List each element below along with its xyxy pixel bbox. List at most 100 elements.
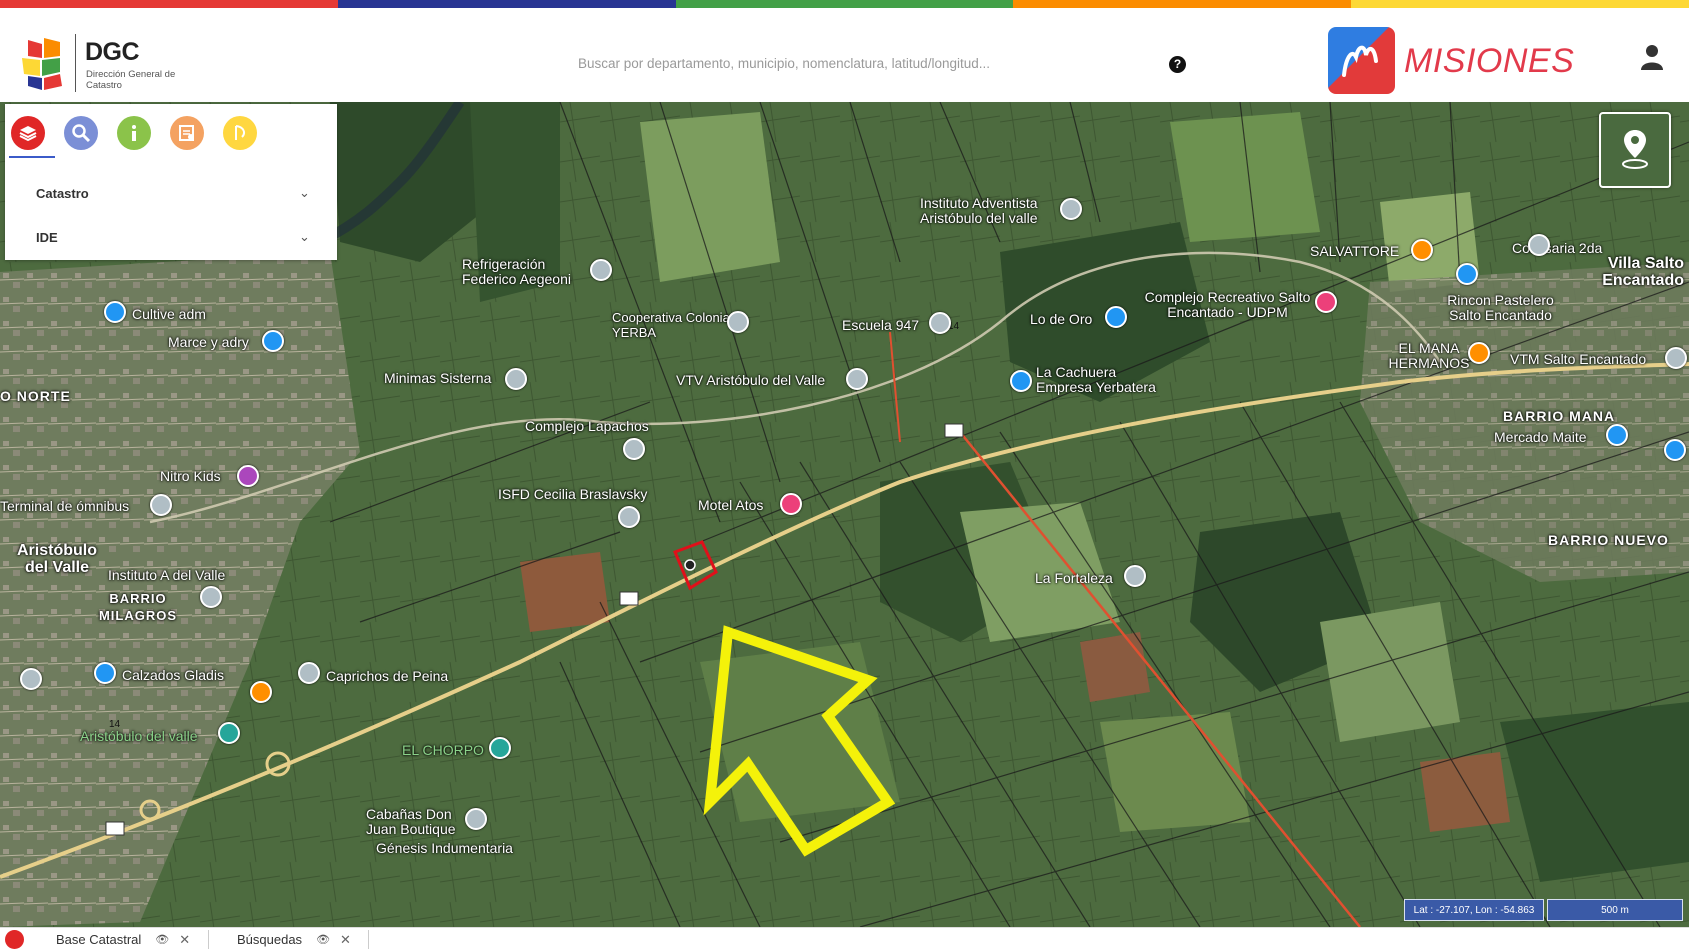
search-bar[interactable] bbox=[570, 44, 1150, 82]
measure-icon[interactable] bbox=[223, 116, 257, 150]
food-pin-icon[interactable] bbox=[489, 737, 511, 759]
food-pin-icon[interactable] bbox=[250, 681, 272, 703]
poi-label: Lo de Oro bbox=[1030, 311, 1093, 327]
eye-icon[interactable]: 👁 bbox=[316, 933, 330, 946]
school-pin-icon[interactable] bbox=[200, 586, 222, 608]
place-label: Villa Salto Encantado bbox=[1602, 255, 1684, 289]
school-pin-icon[interactable] bbox=[929, 312, 951, 334]
poi-pin-icon[interactable] bbox=[20, 668, 42, 690]
section-ide[interactable]: IDE ⌄ bbox=[5, 216, 337, 258]
measure-glyph-icon bbox=[235, 125, 245, 140]
neighborhood-label: BARRIO NUEVO bbox=[1548, 532, 1669, 548]
logo-title: DGC bbox=[85, 38, 140, 66]
tab-divider bbox=[368, 930, 369, 949]
panel-toolbar bbox=[11, 116, 257, 156]
close-icon[interactable]: ✕ bbox=[340, 932, 351, 948]
poi-label: Comisaria 2da bbox=[1512, 240, 1603, 256]
shop-pin-icon[interactable] bbox=[1456, 263, 1478, 285]
poi-pin-icon[interactable] bbox=[623, 438, 645, 460]
poi-label: EL CHORPO bbox=[402, 742, 484, 758]
poi-pin-icon[interactable] bbox=[846, 368, 868, 390]
parcel-marker-icon bbox=[684, 559, 696, 571]
magnifier-glyph-icon bbox=[72, 124, 91, 143]
close-icon[interactable]: ✕ bbox=[179, 932, 190, 948]
bus-pin-icon[interactable] bbox=[150, 494, 172, 516]
poi-pin-icon[interactable] bbox=[1124, 565, 1146, 587]
poi-label: Mercado Maite bbox=[1494, 429, 1587, 445]
poi-pin-icon[interactable] bbox=[1060, 198, 1082, 220]
shop-pin-icon[interactable] bbox=[104, 301, 126, 323]
food-pin-icon[interactable] bbox=[1468, 342, 1490, 364]
chevron-down-icon[interactable]: ⌄ bbox=[299, 229, 310, 245]
poi-label: Complejo Recreativo Salto Encantado - UD… bbox=[1144, 289, 1311, 320]
tab-divider bbox=[208, 930, 209, 949]
poi-pin-icon[interactable] bbox=[298, 662, 320, 684]
poi-label: Marce y adry bbox=[168, 334, 249, 350]
poi-label: ISFD Cecilia Braslavsky bbox=[498, 486, 648, 502]
hotel-pin-icon[interactable] bbox=[780, 493, 802, 515]
route-shield bbox=[105, 821, 125, 836]
poi-pin-icon[interactable] bbox=[465, 808, 487, 830]
document-icon[interactable] bbox=[170, 116, 204, 150]
basemap-toggle[interactable] bbox=[1599, 112, 1671, 188]
poi-label: VTM Salto Encantado bbox=[1510, 351, 1647, 367]
poi-pin-icon[interactable] bbox=[1665, 347, 1687, 369]
layers-icon[interactable] bbox=[5, 930, 24, 949]
tab-busquedas[interactable]: Búsquedas 👁 ✕ bbox=[237, 928, 351, 951]
active-tool-indicator bbox=[9, 156, 55, 158]
poi-label: Minimas Sisterna bbox=[384, 370, 492, 386]
poi-label: Complejo Lapachos bbox=[525, 418, 649, 434]
police-pin-icon[interactable] bbox=[1528, 234, 1550, 256]
info-icon[interactable] bbox=[117, 116, 151, 150]
poi-label: VTV Aristóbulo del Valle bbox=[676, 372, 826, 388]
search-icon[interactable] bbox=[64, 116, 98, 150]
poi-label: Motel Atos bbox=[698, 497, 764, 513]
shop-pin-icon[interactable] bbox=[1105, 306, 1127, 328]
food-pin-icon[interactable] bbox=[1411, 239, 1433, 261]
eye-icon[interactable]: 👁 bbox=[155, 933, 169, 946]
park-pin-icon[interactable] bbox=[218, 722, 240, 744]
poi-label: La Cachuera Empresa Yerbatera bbox=[1036, 364, 1156, 395]
poi-label: SALVATTORE bbox=[1310, 243, 1400, 259]
poi-pin-icon[interactable] bbox=[727, 311, 749, 333]
shop-pin-icon[interactable] bbox=[1010, 370, 1032, 392]
shop-pin-icon[interactable] bbox=[94, 662, 116, 684]
poi-label: Terminal de ómnibus bbox=[0, 498, 130, 514]
help-icon[interactable]: ? bbox=[1169, 56, 1186, 73]
brand-text: MISIONES bbox=[1404, 42, 1575, 80]
neighborhood-label: O NORTE bbox=[0, 388, 71, 404]
poi-label: Calzados Gladis bbox=[122, 667, 224, 683]
document-glyph-icon bbox=[179, 125, 194, 141]
logo-subtitle: Dirección General de Catastro bbox=[86, 69, 176, 91]
poi-label: Rincon Pastelero Salto Encantado bbox=[1447, 292, 1554, 323]
poi-pin-icon[interactable] bbox=[590, 259, 612, 281]
poi-pin-icon[interactable] bbox=[505, 368, 527, 390]
poi-label: Instituto Adventista Aristóbulo del vall… bbox=[920, 195, 1038, 226]
stripe-green bbox=[675, 0, 1014, 8]
poi-label: Refrigeración Federico Aegeoni bbox=[462, 256, 571, 287]
chevron-down-icon[interactable]: ⌄ bbox=[299, 185, 310, 201]
shop-pin-icon[interactable] bbox=[262, 330, 284, 352]
search-input[interactable] bbox=[570, 44, 1150, 82]
tab-label: Búsquedas bbox=[237, 932, 303, 947]
section-label: IDE bbox=[36, 229, 58, 245]
layer-tabs-bar: Base Catastral 👁 ✕ Búsquedas 👁 ✕ bbox=[0, 927, 1689, 950]
tab-base-catastral[interactable]: Base Catastral 👁 ✕ bbox=[56, 928, 190, 951]
poi-label: Nitro Kids bbox=[160, 468, 221, 484]
kids-pin-icon[interactable] bbox=[237, 465, 259, 487]
section-catastro[interactable]: Catastro ⌄ bbox=[5, 172, 337, 214]
recreation-pin-icon[interactable] bbox=[1315, 291, 1337, 313]
stripe-orange bbox=[1013, 0, 1352, 8]
poi-label: EL MANA HERMANOS bbox=[1388, 340, 1470, 371]
section-label: Catastro bbox=[36, 185, 89, 201]
school-pin-icon[interactable] bbox=[618, 506, 640, 528]
scale-bar: 500 m bbox=[1547, 899, 1683, 921]
shop-pin-icon[interactable] bbox=[1664, 439, 1686, 461]
neighborhood-label: BARRIO MANA bbox=[1503, 408, 1616, 424]
user-icon[interactable] bbox=[1640, 44, 1664, 70]
misiones-m-icon bbox=[1342, 45, 1378, 77]
app-header: DGC Dirección General de Catastro ? MISI… bbox=[0, 8, 1689, 102]
shop-pin-icon[interactable] bbox=[1606, 424, 1628, 446]
poi-label: Cooperativa Colonia YERBA bbox=[612, 310, 730, 340]
layers-icon[interactable] bbox=[11, 116, 45, 150]
